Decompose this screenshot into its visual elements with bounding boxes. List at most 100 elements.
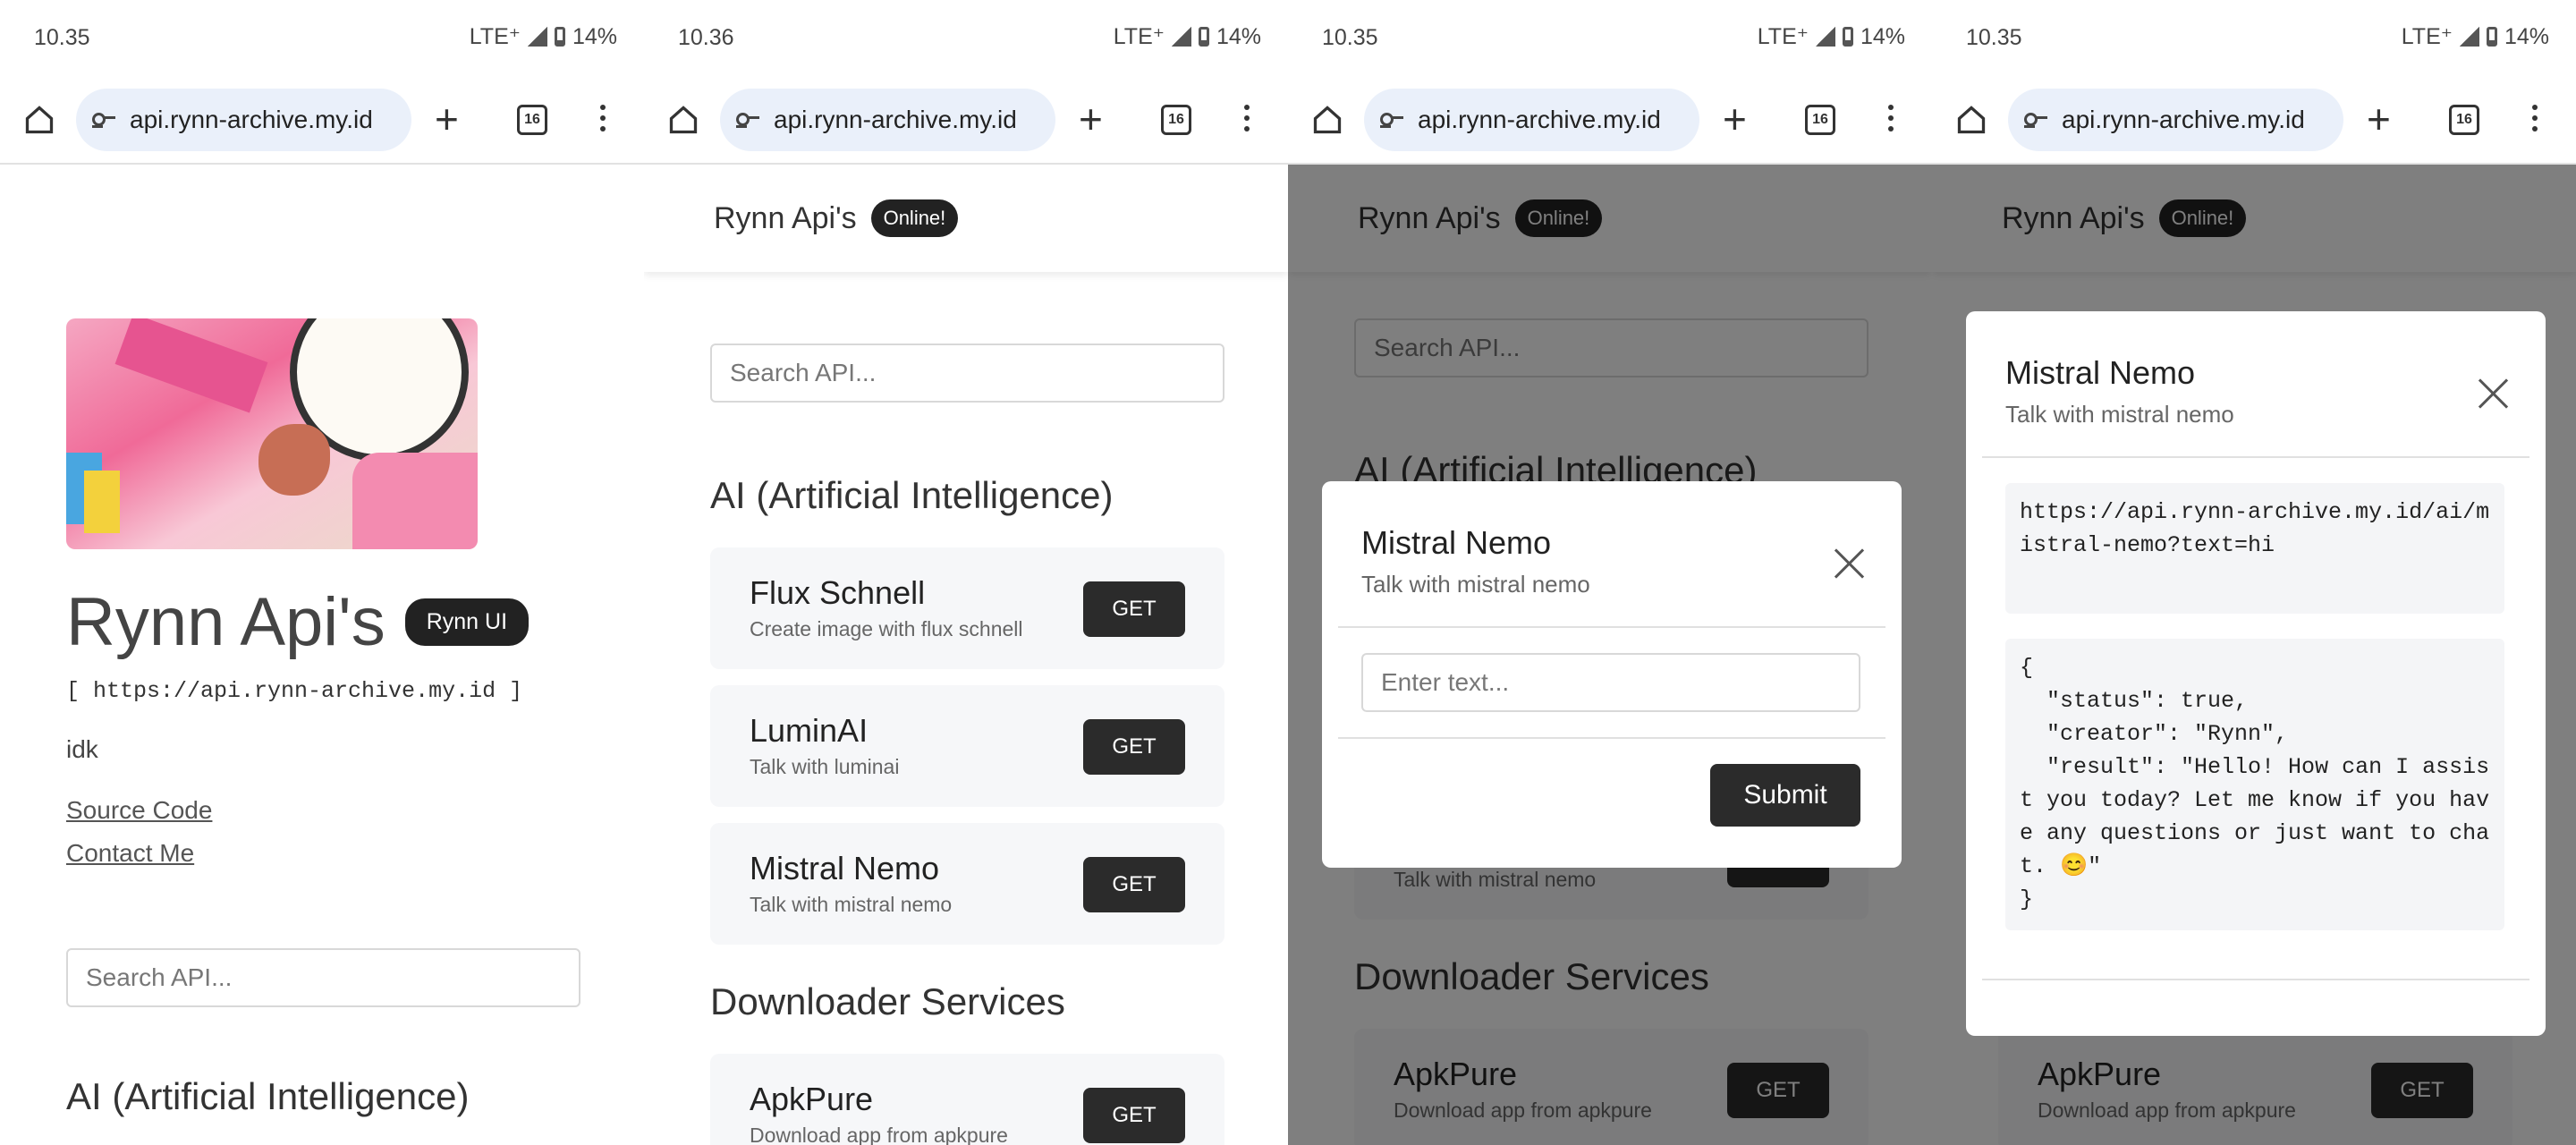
status-bar: 10.35 LTE⁺ 14% — [0, 0, 644, 75]
battery-level: 14% — [1216, 23, 1261, 49]
base-url-text: [ https://api.rynn-archive.my.id ] — [66, 678, 523, 704]
request-url-box: https://api.rynn-archive.my.id/ai/mistra… — [2005, 483, 2504, 614]
more-menu-icon[interactable] — [597, 102, 608, 138]
api-description: Download app from apkpure — [750, 1124, 1008, 1145]
modal-subtitle: Talk with mistral nemo — [1361, 571, 1590, 598]
api-modal: Mistral Nemo Talk with mistral nemo Ente… — [1322, 481, 1902, 868]
home-icon[interactable] — [667, 104, 699, 136]
close-icon[interactable] — [2478, 377, 2510, 410]
network-label: LTE⁺ — [469, 24, 521, 49]
hero-title-row: Rynn Api's Rynn UI — [66, 583, 530, 661]
browser-toolbar: api.rynn-archive.my.id + 16 — [1288, 75, 1932, 165]
source-code-link[interactable]: Source Code — [66, 796, 212, 825]
more-menu-icon[interactable] — [1885, 102, 1896, 138]
section-title-ai: AI (Artificial Intelligence) — [66, 1075, 470, 1117]
site-header: Rynn Api's Online! — [644, 165, 1288, 272]
battery-icon — [1198, 27, 1209, 47]
page-content: Rynn Api's Online! ApkPure Download app … — [1932, 165, 2576, 1145]
close-icon[interactable] — [1834, 547, 1866, 580]
home-icon[interactable] — [1955, 104, 1987, 136]
tab-switcher-button[interactable]: 16 — [517, 105, 547, 135]
address-bar[interactable]: api.rynn-archive.my.id — [76, 89, 411, 151]
modal-subtitle: Talk with mistral nemo — [2005, 401, 2234, 428]
site-settings-icon[interactable] — [2022, 109, 2049, 131]
api-description: Talk with luminai — [750, 755, 900, 778]
modal-title: Mistral Nemo — [2005, 354, 2196, 391]
new-tab-plus-icon[interactable]: + — [1079, 97, 1103, 141]
address-url: api.rynn-archive.my.id — [2062, 106, 2305, 133]
address-bar[interactable]: api.rynn-archive.my.id — [1364, 89, 1699, 151]
contact-me-link[interactable]: Contact Me — [66, 839, 194, 868]
home-icon[interactable] — [1311, 104, 1343, 136]
modal-title: Mistral Nemo — [1361, 524, 1552, 561]
status-right: LTE⁺ 14% — [1758, 23, 1905, 50]
new-tab-plus-icon[interactable]: + — [1723, 97, 1747, 141]
submit-button[interactable]: Submit — [1710, 764, 1860, 827]
section-title-downloader: Downloader Services — [710, 980, 1065, 1022]
status-time: 10.35 — [1322, 25, 1378, 50]
browser-toolbar: api.rynn-archive.my.id + 16 — [644, 75, 1288, 165]
site-settings-icon[interactable] — [734, 109, 761, 131]
modal-divider — [1982, 979, 2529, 980]
api-name: Mistral Nemo — [750, 850, 940, 886]
screen-4: 10.35 LTE⁺ 14% api.rynn-archive.my.id + … — [1932, 0, 2576, 1145]
hero-title: Rynn Api's — [66, 584, 386, 660]
network-label: LTE⁺ — [1757, 24, 1809, 49]
signal-icon — [1171, 27, 1191, 47]
battery-level: 14% — [572, 23, 617, 49]
get-button[interactable]: GET — [1083, 581, 1185, 637]
tagline-text: idk — [66, 735, 98, 763]
tab-switcher-button[interactable]: 16 — [2449, 105, 2479, 135]
status-bar: 10.35 LTE⁺ 14% — [1932, 0, 2576, 75]
site-settings-icon[interactable] — [1378, 109, 1405, 131]
battery-icon — [2486, 27, 2497, 47]
search-input[interactable]: Search API... — [710, 344, 1224, 403]
address-url: api.rynn-archive.my.id — [1418, 106, 1661, 133]
status-right: LTE⁺ 14% — [2402, 23, 2549, 50]
signal-icon — [1815, 27, 1835, 47]
site-title: Rynn Api's — [714, 200, 857, 235]
response-json-box: { "status": true, "creator": "Rynn", "re… — [2005, 639, 2504, 930]
home-icon[interactable] — [23, 104, 55, 136]
address-bar[interactable]: api.rynn-archive.my.id — [2008, 89, 2343, 151]
status-bar: 10.35 LTE⁺ 14% — [1288, 0, 1932, 75]
status-time: 10.35 — [34, 25, 90, 50]
battery-level: 14% — [1860, 23, 1905, 49]
page-content: Rynn Api's Online! Search API... AI (Art… — [644, 165, 1288, 1145]
api-card-mistral-nemo: Mistral Nemo Talk with mistral nemo GET — [710, 823, 1224, 945]
section-title-ai: AI (Artificial Intelligence) — [710, 474, 1114, 516]
page-content: Rynn Api's Rynn UI [ https://api.rynn-ar… — [0, 165, 644, 1145]
get-button[interactable]: GET — [1083, 857, 1185, 912]
new-tab-plus-icon[interactable]: + — [2367, 97, 2391, 141]
screen-1: 10.35 LTE⁺ 14% api.rynn-archive.my.id + … — [0, 0, 644, 1145]
api-description: Talk with mistral nemo — [750, 893, 953, 916]
address-bar[interactable]: api.rynn-archive.my.id — [720, 89, 1055, 151]
browser-toolbar: api.rynn-archive.my.id + 16 — [1932, 75, 2576, 165]
network-label: LTE⁺ — [1113, 24, 1165, 49]
screen-2: 10.36 LTE⁺ 14% api.rynn-archive.my.id + … — [644, 0, 1288, 1145]
get-button[interactable]: GET — [1083, 1088, 1185, 1143]
battery-level: 14% — [2504, 23, 2549, 49]
network-label: LTE⁺ — [2401, 24, 2453, 49]
tab-switcher-button[interactable]: 16 — [1805, 105, 1835, 135]
api-description: Create image with flux schnell — [750, 617, 1023, 640]
new-tab-plus-icon[interactable]: + — [435, 97, 459, 141]
page-content: Rynn Api's Online! Search API... AI (Art… — [1288, 165, 1932, 1145]
battery-icon — [1842, 27, 1853, 47]
search-input[interactable]: Search API... — [66, 948, 580, 1007]
status-right: LTE⁺ 14% — [470, 23, 617, 50]
screen-3: 10.35 LTE⁺ 14% api.rynn-archive.my.id + … — [1288, 0, 1932, 1145]
api-card-flux-schnell: Flux Schnell Create image with flux schn… — [710, 547, 1224, 669]
get-button[interactable]: GET — [1083, 719, 1185, 775]
tab-switcher-button[interactable]: 16 — [1161, 105, 1191, 135]
modal-divider — [1338, 626, 1885, 628]
text-input[interactable]: Enter text... — [1361, 653, 1860, 712]
api-card-apkpure: ApkPure Download app from apkpure GET — [710, 1054, 1224, 1145]
modal-divider — [1982, 456, 2529, 458]
api-name: Flux Schnell — [750, 574, 926, 611]
status-time: 10.35 — [1966, 25, 2022, 50]
site-settings-icon[interactable] — [90, 109, 117, 131]
api-card-luminai: LuminAI Talk with luminai GET — [710, 685, 1224, 807]
more-menu-icon[interactable] — [2529, 102, 2540, 138]
more-menu-icon[interactable] — [1241, 102, 1252, 138]
